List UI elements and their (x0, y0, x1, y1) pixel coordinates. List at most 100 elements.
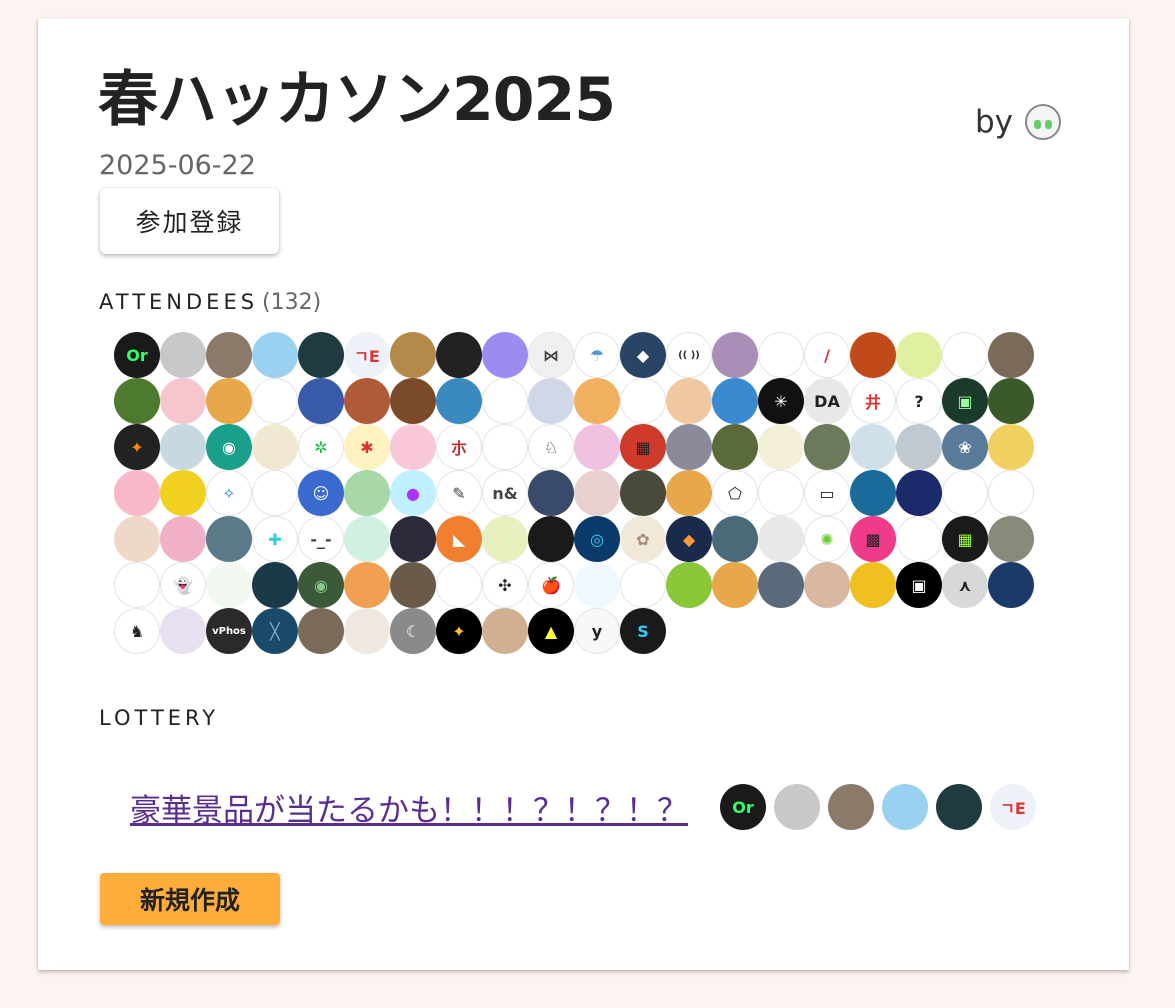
attendee-avatar[interactable]: ▭ (804, 470, 850, 516)
attendee-avatar[interactable] (988, 562, 1034, 608)
attendee-avatar[interactable]: ✦ (436, 608, 482, 654)
attendee-avatar[interactable]: ▦ (942, 516, 988, 562)
attendee-avatar[interactable] (712, 516, 758, 562)
attendee-avatar[interactable] (804, 424, 850, 470)
lottery-link[interactable]: 豪華景品が当たるかも！！！？！？！？ (130, 785, 688, 830)
attendee-avatar[interactable] (712, 562, 758, 608)
lottery-participant-avatar[interactable] (882, 784, 928, 830)
lottery-participant-avatar[interactable]: Or (720, 784, 766, 830)
attendee-avatar[interactable] (206, 562, 252, 608)
attendee-avatar[interactable] (988, 424, 1034, 470)
attendee-avatar[interactable]: ✲ (298, 424, 344, 470)
attendee-avatar[interactable] (712, 378, 758, 424)
attendee-avatar[interactable] (758, 470, 804, 516)
attendee-avatar[interactable] (850, 470, 896, 516)
attendee-avatar[interactable]: ☺ (298, 470, 344, 516)
attendee-avatar[interactable] (436, 562, 482, 608)
attendee-avatar[interactable] (758, 562, 804, 608)
attendee-avatar[interactable] (896, 470, 942, 516)
lottery-participant-avatar[interactable] (774, 784, 820, 830)
attendee-avatar[interactable]: ✚ (252, 516, 298, 562)
attendee-avatar[interactable] (482, 608, 528, 654)
attendee-avatar[interactable] (344, 608, 390, 654)
attendee-avatar[interactable] (574, 378, 620, 424)
attendee-avatar[interactable]: ? (896, 378, 942, 424)
attendee-avatar[interactable]: ✺ (804, 516, 850, 562)
attendee-avatar[interactable] (206, 378, 252, 424)
attendee-avatar[interactable] (252, 332, 298, 378)
attendee-avatar[interactable] (988, 516, 1034, 562)
attendee-avatar[interactable]: 👻 (160, 562, 206, 608)
attendee-avatar[interactable]: ◉ (298, 562, 344, 608)
lottery-participant-avatar[interactable] (828, 784, 874, 830)
attendee-avatar[interactable]: ⬠ (712, 470, 758, 516)
attendee-avatar[interactable]: ♘ (528, 424, 574, 470)
attendee-avatar[interactable]: ▣ (942, 378, 988, 424)
attendee-avatar[interactable] (206, 332, 252, 378)
attendee-avatar[interactable]: ▩ (850, 516, 896, 562)
attendee-avatar[interactable] (390, 562, 436, 608)
attendee-avatar[interactable] (160, 470, 206, 516)
attendee-avatar[interactable] (344, 378, 390, 424)
attendee-avatar[interactable] (574, 470, 620, 516)
attendee-avatar[interactable]: ✿ (620, 516, 666, 562)
attendee-avatar[interactable]: ▲ (528, 608, 574, 654)
attendee-avatar[interactable] (206, 516, 252, 562)
attendee-avatar[interactable]: ◣ (436, 516, 482, 562)
lottery-participant-avatar[interactable] (936, 784, 982, 830)
attendee-avatar[interactable] (942, 332, 988, 378)
attendee-avatar[interactable] (482, 424, 528, 470)
attendee-avatar[interactable] (160, 516, 206, 562)
organizer-avatar-icon[interactable] (1021, 100, 1065, 144)
attendee-avatar[interactable] (850, 332, 896, 378)
attendee-avatar[interactable]: (( )) (666, 332, 712, 378)
attendee-avatar[interactable]: y (574, 608, 620, 654)
attendee-avatar[interactable]: ⋈ (528, 332, 574, 378)
attendee-avatar[interactable] (666, 562, 712, 608)
attendee-avatar[interactable] (666, 378, 712, 424)
attendee-avatar[interactable]: S (620, 608, 666, 654)
attendee-avatar[interactable] (620, 470, 666, 516)
attendee-avatar[interactable]: ╳ (252, 608, 298, 654)
attendee-avatar[interactable] (160, 378, 206, 424)
attendee-avatar[interactable]: ● (390, 470, 436, 516)
new-create-button[interactable]: 新規作成 (100, 873, 280, 925)
attendee-avatar[interactable] (390, 516, 436, 562)
attendee-avatar[interactable] (620, 378, 666, 424)
attendee-avatar[interactable] (850, 424, 896, 470)
attendee-avatar[interactable] (528, 516, 574, 562)
attendee-avatar[interactable]: ⋏ (942, 562, 988, 608)
attendee-avatar[interactable]: 朩 (436, 424, 482, 470)
attendee-avatar[interactable]: vPhos (206, 608, 252, 654)
attendee-avatar[interactable]: Or (114, 332, 160, 378)
attendee-avatar[interactable] (666, 470, 712, 516)
lottery-participant-avatar[interactable]: ㄱE (990, 784, 1036, 830)
attendee-avatar[interactable] (390, 378, 436, 424)
attendee-avatar[interactable]: ☂ (574, 332, 620, 378)
attendee-avatar[interactable] (712, 332, 758, 378)
attendee-avatar[interactable] (390, 332, 436, 378)
attendee-avatar[interactable] (896, 516, 942, 562)
attendee-avatar[interactable]: ♞ (114, 608, 160, 654)
join-button[interactable]: 参加登録 (100, 188, 279, 254)
attendee-avatar[interactable] (574, 562, 620, 608)
attendee-avatar[interactable] (712, 424, 758, 470)
attendee-avatar[interactable] (160, 332, 206, 378)
attendee-avatar[interactable] (298, 332, 344, 378)
attendee-avatar[interactable]: DA (804, 378, 850, 424)
attendee-avatar[interactable] (298, 378, 344, 424)
attendee-avatar[interactable] (436, 378, 482, 424)
attendee-avatar[interactable] (114, 562, 160, 608)
attendee-avatar[interactable] (942, 470, 988, 516)
attendee-avatar[interactable] (390, 424, 436, 470)
attendee-avatar[interactable]: 🍎 (528, 562, 574, 608)
attendee-avatar[interactable]: ❀ (942, 424, 988, 470)
attendee-avatar[interactable]: ☾ (390, 608, 436, 654)
attendee-avatar[interactable] (804, 562, 850, 608)
attendee-avatar[interactable] (436, 332, 482, 378)
attendee-avatar[interactable] (528, 470, 574, 516)
attendee-avatar[interactable] (988, 332, 1034, 378)
attendee-avatar[interactable]: n& (482, 470, 528, 516)
attendee-avatar[interactable]: ◆ (666, 516, 712, 562)
attendee-avatar[interactable]: ◉ (206, 424, 252, 470)
